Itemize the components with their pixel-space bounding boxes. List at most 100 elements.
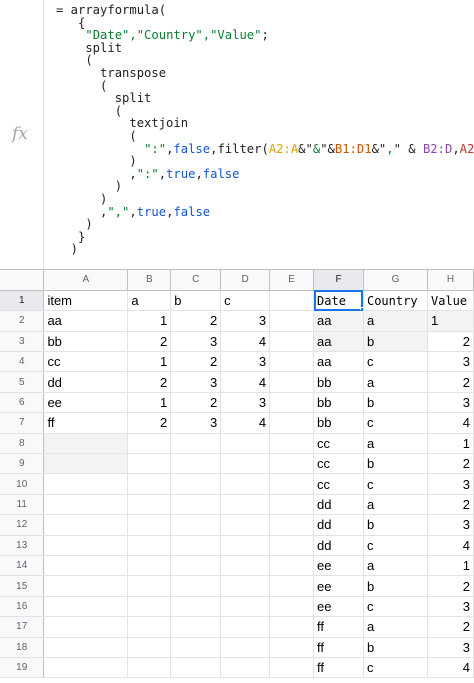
cell-g2[interactable]: a bbox=[363, 310, 428, 332]
cell-b6[interactable]: 1 bbox=[127, 392, 172, 414]
cell-e10[interactable] bbox=[269, 473, 315, 495]
cell-c1[interactable]: b bbox=[170, 290, 222, 312]
row-header[interactable]: 1 bbox=[0, 290, 45, 312]
cell-a9[interactable] bbox=[43, 453, 129, 475]
cell-b19[interactable] bbox=[127, 657, 172, 679]
cell-d13[interactable] bbox=[220, 535, 271, 556]
cell-c18[interactable] bbox=[170, 637, 222, 658]
cell-b11[interactable] bbox=[127, 494, 172, 516]
cell-h9[interactable]: 2 bbox=[427, 453, 474, 475]
row-header[interactable]: 7 bbox=[0, 412, 45, 434]
cell-e16[interactable] bbox=[269, 596, 315, 618]
cell-d10[interactable] bbox=[220, 473, 271, 495]
column-header-g[interactable]: G bbox=[363, 270, 428, 291]
cell-a10[interactable] bbox=[43, 473, 129, 495]
cell-g8[interactable]: a bbox=[363, 433, 428, 455]
row-header[interactable]: 15 bbox=[0, 575, 45, 597]
cell-f17[interactable]: ff bbox=[313, 616, 364, 638]
cell-f5[interactable]: bb bbox=[313, 371, 364, 393]
cell-d1[interactable]: c bbox=[220, 290, 271, 312]
cell-f14[interactable]: ee bbox=[313, 555, 364, 577]
cell-a12[interactable] bbox=[43, 514, 129, 536]
cell-f8[interactable]: cc bbox=[313, 433, 364, 455]
cell-e19[interactable] bbox=[269, 657, 315, 679]
cell-b9[interactable] bbox=[127, 453, 172, 475]
cell-h3[interactable]: 2 bbox=[427, 331, 474, 353]
cell-c12[interactable] bbox=[170, 514, 222, 536]
cell-g11[interactable]: a bbox=[363, 494, 428, 516]
cell-c19[interactable] bbox=[170, 657, 222, 679]
cell-c11[interactable] bbox=[170, 494, 222, 516]
cell-d14[interactable] bbox=[220, 555, 271, 577]
cell-h17[interactable]: 2 bbox=[427, 616, 474, 638]
cell-e14[interactable] bbox=[269, 555, 315, 577]
cell-b4[interactable]: 1 bbox=[127, 351, 172, 373]
cell-g17[interactable]: a bbox=[363, 616, 428, 638]
cell-f18[interactable]: ff bbox=[313, 637, 364, 658]
row-header[interactable]: 12 bbox=[0, 514, 45, 536]
cell-e5[interactable] bbox=[269, 371, 315, 393]
cell-d3[interactable]: 4 bbox=[220, 331, 271, 353]
cell-a2[interactable]: aa bbox=[43, 310, 129, 332]
row-header[interactable]: 14 bbox=[0, 555, 45, 577]
row-header[interactable]: 8 bbox=[0, 433, 45, 455]
cell-b14[interactable] bbox=[127, 555, 172, 577]
select-all-corner[interactable] bbox=[0, 270, 45, 291]
row-header[interactable]: 13 bbox=[0, 535, 45, 556]
cell-c17[interactable] bbox=[170, 616, 222, 638]
row-header[interactable]: 16 bbox=[0, 596, 45, 618]
cell-h4[interactable]: 3 bbox=[427, 351, 474, 373]
cell-f4[interactable]: aa bbox=[313, 351, 364, 373]
cell-h2[interactable]: 1 bbox=[427, 310, 474, 332]
cell-g4[interactable]: c bbox=[363, 351, 428, 373]
column-header-f[interactable]: F bbox=[313, 270, 364, 291]
fill-handle[interactable] bbox=[359, 307, 363, 310]
cell-d6[interactable]: 3 bbox=[220, 392, 271, 414]
cell-h18[interactable]: 3 bbox=[427, 637, 474, 658]
cell-g18[interactable]: b bbox=[363, 637, 428, 658]
cell-f3[interactable]: aa bbox=[313, 331, 364, 353]
cell-a13[interactable] bbox=[43, 535, 129, 556]
row-header[interactable]: 2 bbox=[0, 310, 45, 332]
row-header[interactable]: 6 bbox=[0, 392, 45, 414]
cell-e13[interactable] bbox=[269, 535, 315, 556]
cell-d12[interactable] bbox=[220, 514, 271, 536]
cell-c3[interactable]: 3 bbox=[170, 331, 222, 353]
cell-a17[interactable] bbox=[43, 616, 129, 638]
column-header-a[interactable]: A bbox=[43, 270, 129, 291]
cell-g19[interactable]: c bbox=[363, 657, 428, 679]
cell-f1[interactable]: Date bbox=[313, 290, 364, 312]
cell-a18[interactable] bbox=[43, 637, 129, 658]
cell-f15[interactable]: ee bbox=[313, 575, 364, 597]
cell-a11[interactable] bbox=[43, 494, 129, 516]
row-header[interactable]: 11 bbox=[0, 494, 45, 516]
cell-c8[interactable] bbox=[170, 433, 222, 455]
row-header[interactable]: 4 bbox=[0, 351, 45, 373]
cell-c14[interactable] bbox=[170, 555, 222, 577]
cell-g15[interactable]: b bbox=[363, 575, 428, 597]
cell-f9[interactable]: cc bbox=[313, 453, 364, 475]
cell-e8[interactable] bbox=[269, 433, 315, 455]
cell-c4[interactable]: 2 bbox=[170, 351, 222, 373]
cell-b13[interactable] bbox=[127, 535, 172, 556]
cell-e18[interactable] bbox=[269, 637, 315, 658]
column-header-c[interactable]: C bbox=[170, 270, 222, 291]
cell-f2[interactable]: aa bbox=[313, 310, 364, 332]
cell-f13[interactable]: dd bbox=[313, 535, 364, 556]
cell-f6[interactable]: bb bbox=[313, 392, 364, 414]
cell-f16[interactable]: ee bbox=[313, 596, 364, 618]
cell-e12[interactable] bbox=[269, 514, 315, 536]
formula-bar[interactable]: fx = arrayformula( { "Date","Country","V… bbox=[0, 0, 474, 270]
cell-h16[interactable]: 3 bbox=[427, 596, 474, 618]
row-header[interactable]: 9 bbox=[0, 453, 45, 475]
cell-g7[interactable]: c bbox=[363, 412, 428, 434]
cell-e2[interactable] bbox=[269, 310, 315, 332]
cell-h15[interactable]: 2 bbox=[427, 575, 474, 597]
cell-a7[interactable]: ff bbox=[43, 412, 129, 434]
formula-text[interactable]: = arrayformula( { "Date","Country","Valu… bbox=[56, 4, 474, 256]
cell-d4[interactable]: 3 bbox=[220, 351, 271, 373]
cell-f7[interactable]: bb bbox=[313, 412, 364, 434]
cell-h5[interactable]: 2 bbox=[427, 371, 474, 393]
cell-c15[interactable] bbox=[170, 575, 222, 597]
cell-e4[interactable] bbox=[269, 351, 315, 373]
